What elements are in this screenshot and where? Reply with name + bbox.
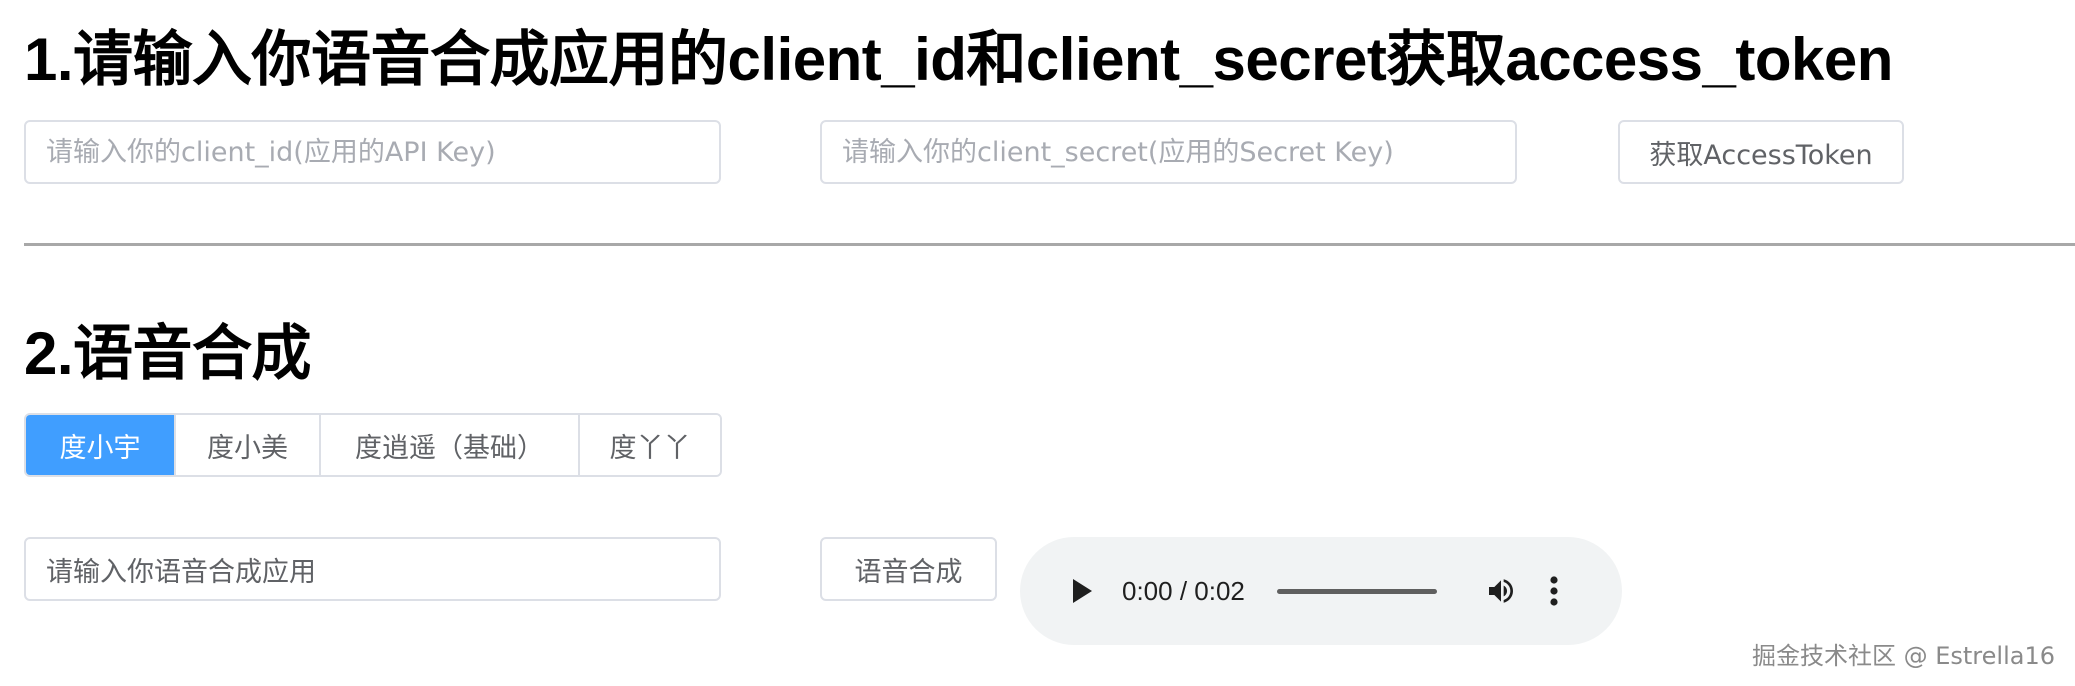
synthesize-button[interactable]: 语音合成 [820, 537, 997, 601]
page: 1.请输入你语音合成应用的client_id和client_secret获取ac… [0, 0, 2075, 686]
audio-seek-bar[interactable] [1276, 588, 1437, 594]
section-divider [24, 243, 2075, 246]
section-title-access-token: 1.请输入你语音合成应用的client_id和client_secret获取ac… [24, 26, 1893, 93]
more-vertical-icon[interactable] [1539, 571, 1569, 611]
play-icon[interactable] [1062, 571, 1102, 611]
section-title-speech-synthesis: 2.语音合成 [24, 320, 312, 387]
watermark: 掘金技术社区 @ Estrella16 [1751, 642, 2055, 670]
voice-option-du-xiaomei[interactable]: 度小美 [174, 415, 319, 475]
audio-player: 0:00 / 0:02 [1020, 537, 1622, 645]
client-secret-input[interactable] [820, 120, 1517, 184]
voice-selector: 度小宇 度小美 度逍遥（基础） 度丫丫 [24, 413, 722, 477]
synthesis-text-input[interactable] [24, 537, 721, 601]
volume-icon[interactable] [1481, 571, 1521, 611]
voice-option-du-xiaoyu[interactable]: 度小宇 [26, 415, 174, 475]
voice-option-du-yaya[interactable]: 度丫丫 [578, 415, 720, 475]
voice-option-du-xiaoyao[interactable]: 度逍遥（基础） [319, 415, 578, 475]
audio-time-display: 0:00 / 0:02 [1122, 575, 1245, 606]
client-id-input[interactable] [24, 120, 721, 184]
get-access-token-button[interactable]: 获取AccessToken [1618, 120, 1904, 184]
